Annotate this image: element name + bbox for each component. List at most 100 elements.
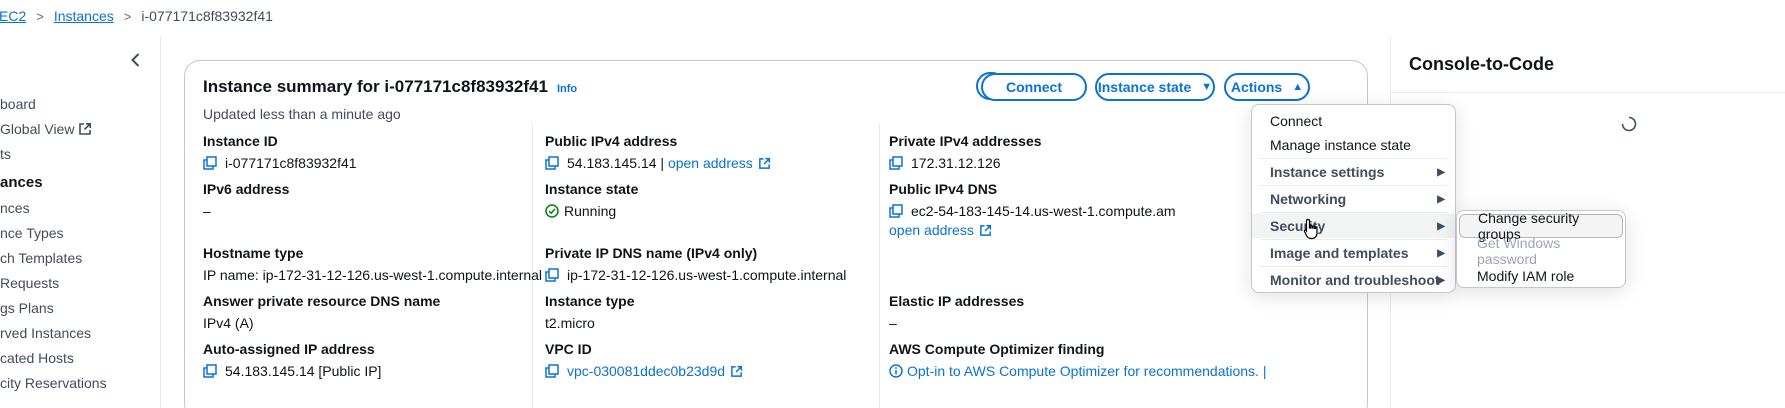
page-title: Instance summary for i-077171c8f83932f41… [203, 77, 577, 97]
menu-item-instance-settings[interactable]: Instance settings ▶ [1252, 160, 1455, 184]
sidebar-item-dedicated-hosts[interactable]: cated Hosts [0, 346, 160, 370]
field-instance-type: Instance type t2.micro [545, 293, 634, 331]
instance-state-label: Instance state [1097, 79, 1192, 95]
auto-ip-value: 54.183.145.14 [Public IP] [225, 363, 382, 379]
security-submenu: Change security groups Get Windows passw… [1456, 210, 1626, 288]
menu-item-connect[interactable]: Connect [1252, 109, 1455, 133]
menu-item-security[interactable]: Security ▶ [1252, 214, 1455, 238]
field-label: Public IPv4 DNS [889, 181, 998, 197]
hostname-type-value: IP name: ip-172-31-12-126.us-west-1.comp… [203, 267, 543, 283]
field-elastic-ip: Elastic IP addresses – [889, 293, 1024, 331]
external-link-icon [731, 365, 743, 377]
vpc-id-link[interactable]: vpc-030081ddec0b23d9d [567, 363, 725, 379]
caret-right-icon: ▶ [1437, 166, 1445, 178]
public-ipv4-value: 54.183.145.14 | [567, 155, 665, 171]
open-address-link[interactable]: open address [668, 155, 753, 171]
copy-icon[interactable] [545, 156, 559, 170]
instance-state-value: Running [564, 203, 617, 219]
copy-icon[interactable] [545, 364, 559, 378]
menu-divider [1260, 239, 1447, 240]
field-value-row: open address [889, 222, 1176, 238]
updated-status: Updated less than a minute ago [203, 106, 401, 122]
caret-right-icon: ▶ [1437, 220, 1445, 232]
instance-id-value: i-077171c8f83932f41 [225, 155, 357, 171]
sidebar-item-launch-templates[interactable]: ch Templates [0, 246, 160, 270]
field-value-row: vpc-030081ddec0b23d9d [545, 363, 743, 379]
caret-up-icon: ▲ [1292, 81, 1304, 93]
sidebar-item-label: nce Types [0, 225, 64, 241]
field-label: Instance type [545, 293, 635, 309]
chevron-right-icon: > [123, 8, 132, 24]
info-link[interactable]: Info [557, 83, 577, 95]
menu-divider [1260, 266, 1447, 267]
sidebar-item-global-view[interactable]: Global View [0, 117, 160, 141]
sidebar-item-spot-requests[interactable]: Requests [0, 271, 160, 295]
actions-button[interactable]: Actions ▲ [1224, 73, 1310, 101]
sidebar-item-instances[interactable]: nces [0, 196, 160, 220]
sidebar-item-reserved-instances[interactable]: rved Instances [0, 321, 160, 345]
menu-divider [1260, 212, 1447, 213]
menu-item-image-and-templates[interactable]: Image and templates ▶ [1252, 241, 1455, 265]
copy-icon[interactable] [203, 364, 217, 378]
sidebar-item-events[interactable]: ts [0, 142, 160, 166]
sidebar-item-label: Requests [0, 275, 60, 291]
caret-right-icon: ▶ [1437, 247, 1445, 259]
external-link-icon [979, 224, 991, 236]
copy-icon[interactable] [545, 268, 559, 282]
summary-title-text: Instance summary for i-077171c8f83932f41 [203, 77, 548, 96]
field-label: Private IP DNS name (IPv4 only) [545, 245, 758, 261]
caret-down-icon: ▼ [1201, 81, 1213, 93]
menu-item-get-windows-password: Get Windows password [1459, 235, 1623, 267]
actions-button-label: Actions [1230, 79, 1283, 95]
copy-icon[interactable] [889, 204, 903, 218]
menu-divider [1260, 185, 1447, 186]
caret-right-icon: ▶ [1437, 274, 1445, 286]
sidebar-item-label: Global View [0, 121, 75, 137]
field-label: AWS Compute Optimizer finding [889, 341, 1105, 357]
sidebar-nav: board Global View ts ances nces nce Type… [0, 92, 160, 396]
sidebar-item-label: city Reservations [0, 375, 107, 391]
field-label: Instance state [545, 181, 639, 197]
instance-state-button[interactable]: Instance state ▼ [1095, 73, 1215, 101]
field-optimizer: AWS Compute Optimizer finding Opt-in to … [889, 341, 1266, 379]
field-label: Public IPv4 address [545, 133, 678, 149]
breadcrumb-instances[interactable]: Instances [54, 8, 114, 24]
collapse-sidebar-button[interactable] [128, 52, 144, 68]
field-value-row: 172.31.12.126 [889, 155, 1042, 171]
sidebar-item-label: ch Templates [0, 250, 83, 266]
public-dns-value: ec2-54-183-145-14.us-west-1.compute.am [911, 203, 1176, 219]
field-label: Elastic IP addresses [889, 293, 1025, 309]
column-divider [879, 123, 880, 408]
field-hostname-type: Hostname type IP name: ip-172-31-12-126.… [203, 245, 542, 283]
panel-divider [1391, 92, 1785, 93]
connect-button[interactable]: Connect [981, 73, 1087, 101]
sidebar-item-dashboard[interactable]: board [0, 92, 160, 116]
copy-icon[interactable] [203, 156, 217, 170]
sidebar-item-capacity-reservations[interactable]: city Reservations [0, 371, 160, 395]
external-link-icon [758, 157, 770, 169]
open-address-link[interactable]: open address [889, 222, 974, 238]
sidebar-item-label: cated Hosts [0, 350, 74, 366]
sidebar-item-savings-plans[interactable]: gs Plans [0, 296, 160, 320]
copy-icon[interactable] [889, 156, 903, 170]
answer-dns-value: IPv4 (A) [203, 315, 254, 331]
menu-item-modify-iam-role[interactable]: Modify IAM role [1459, 264, 1623, 288]
field-instance-id: Instance ID i-077171c8f83932f41 [203, 133, 357, 171]
menu-item-monitor-and-troubleshoot[interactable]: Monitor and troubleshoot ▶ [1252, 268, 1455, 292]
field-label: Hostname type [203, 245, 304, 261]
menu-item-label: Get Windows password [1477, 235, 1561, 267]
field-answer-dns: Answer private resource DNS name IPv4 (A… [203, 293, 440, 331]
menu-item-manage-instance-state[interactable]: Manage instance state [1252, 133, 1455, 157]
field-value-row: ec2-54-183-145-14.us-west-1.compute.am [889, 203, 1176, 219]
field-label: Private IPv4 addresses [889, 133, 1042, 149]
menu-item-networking[interactable]: Networking ▶ [1252, 187, 1455, 211]
sidebar-item-label: rved Instances [0, 325, 92, 341]
connect-button-label: Connect [1006, 79, 1062, 95]
field-value-row: 54.183.145.14 [Public IP] [203, 363, 381, 379]
menu-item-label: Manage instance state [1270, 137, 1411, 153]
field-public-dns: Public IPv4 DNS ec2-54-183-145-14.us-wes… [889, 181, 1176, 238]
sidebar-item-instance-types[interactable]: nce Types [0, 221, 160, 245]
breadcrumb-ec2[interactable]: EC2 [0, 8, 26, 24]
optimizer-link[interactable]: Opt-in to AWS Compute Optimizer for reco… [907, 363, 1266, 379]
sidebar-item-label: ts [0, 146, 11, 162]
